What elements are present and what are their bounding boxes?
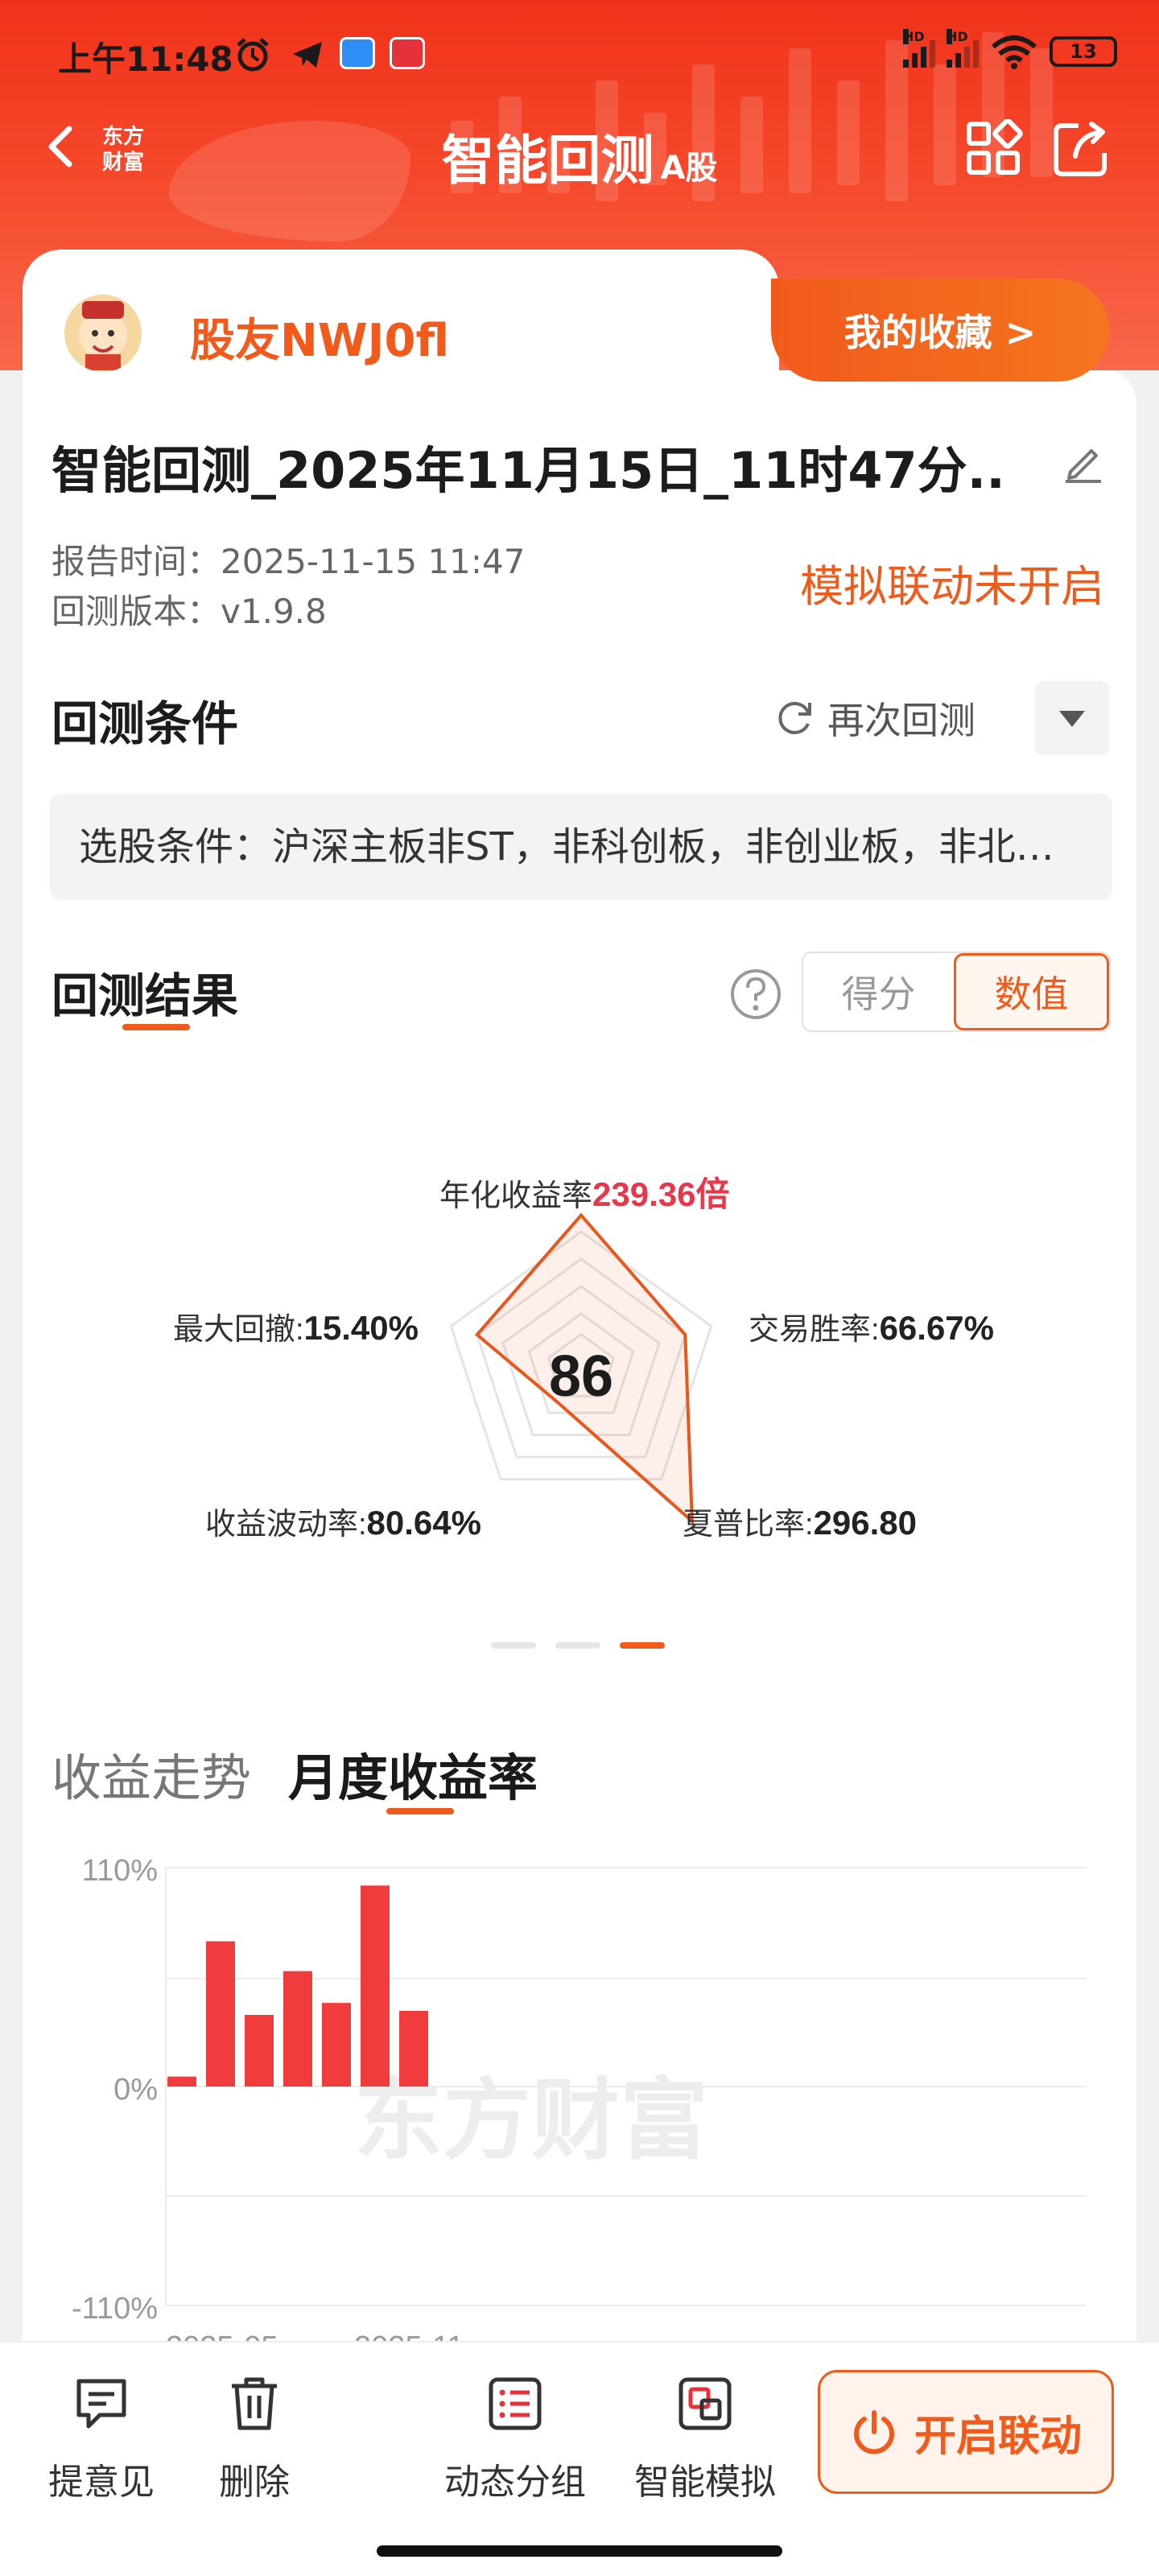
- conditions-title: 回测条件: [52, 696, 239, 751]
- metric-win-rate: 交易胜率:66.67%: [749, 1309, 994, 1347]
- home-indicator: [377, 2545, 782, 2557]
- retest-button[interactable]: 再次回测: [773, 692, 975, 744]
- share-icon[interactable]: [1051, 119, 1111, 179]
- metric-sharpe: 夏普比率:296.80: [683, 1504, 917, 1542]
- simulation-status: 模拟联动未开启: [800, 561, 1104, 612]
- list-icon: [489, 2377, 542, 2430]
- bar-2025-05: [167, 2076, 196, 2087]
- conditions-dropdown[interactable]: [1035, 681, 1109, 755]
- news-app-icon: [390, 37, 425, 69]
- status-time: 上午11:48: [58, 39, 233, 79]
- trash-icon: [232, 2377, 277, 2430]
- edit-icon[interactable]: [1061, 440, 1106, 485]
- signal-icon-2: HD: [947, 29, 979, 68]
- nav-bar: 东方 财富 智能回测 A股: [0, 97, 1159, 201]
- metric-value-annual-return: 239.36倍: [592, 1175, 729, 1213]
- app-notification-icon: [340, 37, 375, 69]
- y-tick-label: 0%: [113, 2073, 158, 2107]
- signal-icon: HD: [903, 29, 935, 68]
- alarm-icon: [237, 38, 269, 72]
- y-tick-label: 110%: [82, 1854, 158, 1888]
- feedback-button[interactable]: 提意见: [45, 2375, 158, 2504]
- report-time: 报告时间：2025-11-15 11:47: [52, 542, 526, 581]
- telegram-icon: [293, 42, 322, 68]
- score-tab[interactable]: 得分: [803, 953, 954, 1030]
- smart-simulation-button[interactable]: 智能模拟: [625, 2375, 786, 2504]
- monthly-tab-underline: [386, 1808, 454, 1814]
- report-title: 智能回测_2025年11月15日_11时47分..: [52, 441, 1005, 500]
- report-version: 回测版本：v1.9.8: [52, 592, 327, 631]
- username: 股友NWJ0fl: [190, 315, 449, 367]
- results-title: 回测结果: [52, 968, 239, 1023]
- monthly-return-chart: 110%0%-110% 2025-052025-11: [72, 1854, 1087, 2359]
- tab-return-trend[interactable]: 收益走势: [52, 1737, 251, 1810]
- my-favorites-button[interactable]: 我的收藏 >: [771, 279, 1109, 382]
- delete-button[interactable]: 删除: [198, 2375, 311, 2504]
- radar-chart: 86 年化收益率 239.36倍 交易胜率:66.67% 夏普比率:296.80…: [173, 1175, 994, 1542]
- wifi-icon: [992, 35, 1037, 69]
- help-icon[interactable]: [729, 968, 782, 1021]
- refresh-icon: [778, 702, 811, 734]
- enable-linkage-button[interactable]: 开启联动: [818, 2370, 1114, 2494]
- metric-max-drawdown: 最大回撤:15.40%: [173, 1309, 419, 1347]
- bar-2025-06: [206, 1941, 235, 2087]
- stock-filter-condition[interactable]: 选股条件：沪深主板非ST，非科创板，非创业板，非北交所: [50, 794, 1112, 900]
- market-label: A股: [660, 150, 718, 187]
- battery-icon: 13: [1050, 36, 1117, 67]
- metric-label-annual-return: 年化收益率: [439, 1179, 592, 1213]
- feedback-icon: [76, 2379, 126, 2429]
- radar-score: 86: [549, 1344, 613, 1409]
- power-icon: [854, 2410, 894, 2454]
- metric-volatility: 收益波动率:80.64%: [205, 1504, 481, 1542]
- bar-2025-09: [322, 2003, 351, 2087]
- chevron-down-icon: [1059, 711, 1085, 727]
- page-indicator: [491, 1642, 665, 1649]
- status-bar: 上午11:48 HD HD 13: [0, 23, 1159, 79]
- avatar[interactable]: [64, 295, 142, 372]
- results-title-underline: [122, 1024, 190, 1030]
- tab-monthly-return[interactable]: 月度收益率: [288, 1737, 538, 1810]
- bar-2025-11: [399, 2011, 428, 2087]
- value-tab[interactable]: 数值: [954, 953, 1109, 1030]
- simulate-icon: [678, 2377, 732, 2430]
- result-mode-toggle: 得分 数值: [802, 952, 1111, 1032]
- grid-icon[interactable]: [964, 119, 1024, 179]
- bar-2025-07: [245, 2015, 274, 2087]
- y-tick-label: -110%: [72, 2292, 158, 2326]
- dynamic-group-button[interactable]: 动态分组: [435, 2375, 596, 2504]
- bar-2025-10: [361, 1885, 390, 2087]
- bar-2025-08: [283, 1971, 312, 2087]
